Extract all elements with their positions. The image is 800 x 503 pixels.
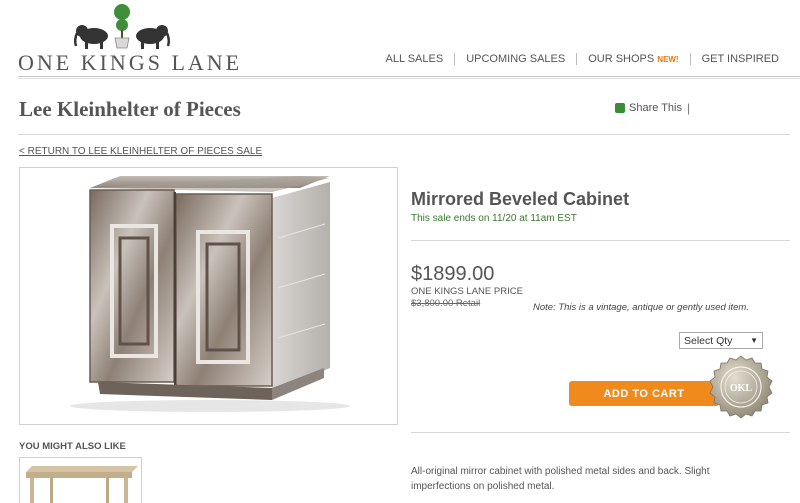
okl-seal-icon: OKL: [709, 355, 773, 419]
share-label: Share This: [629, 102, 682, 114]
nav-upcoming-sales[interactable]: UPCOMING SALES: [455, 53, 576, 65]
site-header: ONE KINGS LANE ALL SALES UPCOMING SALES …: [0, 0, 800, 79]
sale-title: Lee Kleinhelter of Pieces: [19, 97, 241, 121]
seal-text: OKL: [730, 383, 753, 394]
console-table-image: [26, 466, 138, 503]
quantity-select[interactable]: Select Qty ▼: [679, 332, 763, 349]
cart-divider: [411, 432, 790, 433]
recommended-product-thumbnail[interactable]: [19, 457, 142, 503]
brand-name: ONE KINGS LANE: [18, 50, 243, 75]
quantity-select-value: Select Qty: [684, 334, 733, 347]
new-badge: NEW!: [657, 55, 679, 64]
you-might-also-like-title: YOU MIGHT ALSO LIKE: [19, 441, 126, 452]
vintage-note: Note: This is a vintage, antique or gent…: [533, 302, 749, 313]
product-image[interactable]: [19, 167, 398, 425]
nav-our-shops[interactable]: OUR SHOPS NEW!: [577, 53, 689, 65]
product-description: All-original mirror cabinet with polishe…: [411, 466, 710, 492]
sale-ends-text: This sale ends on 11/20 at 11am EST: [411, 213, 577, 224]
product-name: Mirrored Beveled Cabinet: [411, 189, 630, 209]
chevron-down-icon: ▼: [750, 336, 758, 345]
nav-all-sales[interactable]: ALL SALES: [375, 53, 455, 65]
return-to-sale-link[interactable]: < RETURN TO LEE KLEINHELTER OF PIECES SA…: [19, 146, 262, 157]
product-price: $1899.00: [411, 263, 495, 285]
share-button[interactable]: Share This: [615, 102, 682, 114]
header-divider: [18, 76, 800, 79]
add-to-cart-button[interactable]: ADD TO CART: [569, 381, 719, 406]
info-divider: [411, 240, 790, 241]
price-label: ONE KINGS LANE PRICE: [411, 286, 523, 297]
brand-logo[interactable]: ONE KINGS LANE: [18, 2, 239, 75]
share-separator: |: [687, 101, 691, 115]
title-divider: [18, 134, 790, 135]
share-icon: [615, 103, 625, 113]
retail-price: $3,800.00 Retail: [411, 298, 481, 309]
top-navigation: ALL SALES UPCOMING SALES OUR SHOPS NEW! G…: [375, 53, 791, 65]
nav-our-shops-label: OUR SHOPS: [588, 53, 655, 65]
elephants-topiary-logo-icon: [73, 4, 171, 49]
mirrored-cabinet-image: [70, 176, 350, 412]
nav-get-inspired[interactable]: GET INSPIRED: [691, 53, 790, 65]
